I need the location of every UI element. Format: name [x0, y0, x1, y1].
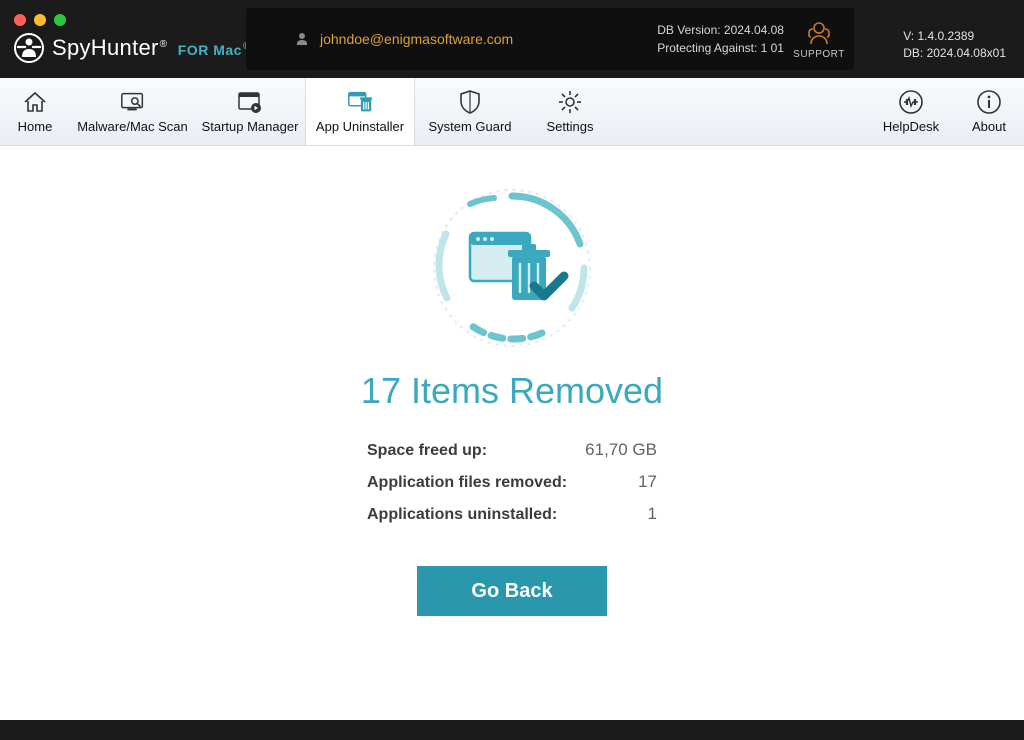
tab-settings-label: Settings: [547, 119, 594, 134]
stat-value: 61,70 GB: [585, 440, 657, 460]
startup-icon: [236, 89, 264, 115]
stat-row-apps: Applications uninstalled: 1: [367, 504, 657, 524]
helpdesk-icon: [897, 89, 925, 115]
header-info-panel: johndoe@enigmasoftware.com DB Version: 2…: [246, 8, 836, 70]
tab-malware-scan[interactable]: Malware/Mac Scan: [70, 78, 195, 145]
stat-value: 1: [648, 504, 657, 524]
stat-row-files: Application files removed: 17: [367, 472, 657, 492]
support-button[interactable]: SUPPORT: [784, 8, 854, 70]
shield-icon: [456, 89, 484, 115]
stat-label: Applications uninstalled:: [367, 506, 557, 524]
support-label: SUPPORT: [793, 49, 845, 60]
tab-uninstaller-label: App Uninstaller: [316, 119, 404, 134]
result-headline: 17 Items Removed: [361, 370, 663, 412]
tab-helpdesk[interactable]: HelpDesk: [868, 78, 954, 145]
scan-icon: [119, 89, 147, 115]
titlebar: SpyHunter® FOR Mac® johndoe@enigmasoftwa…: [0, 0, 1024, 78]
minimize-window-button[interactable]: [34, 14, 46, 26]
main-toolbar: Home Malware/Mac Scan Startup Manager Ap…: [0, 78, 1024, 146]
tab-system-guard[interactable]: System Guard: [415, 78, 525, 145]
logo-text: SpyHunter® FOR Mac®: [52, 35, 251, 61]
app-logo: SpyHunter® FOR Mac®: [14, 33, 251, 63]
tab-home[interactable]: Home: [0, 78, 70, 145]
tab-helpdesk-label: HelpDesk: [883, 119, 939, 134]
tab-app-uninstaller[interactable]: App Uninstaller: [305, 78, 415, 145]
stat-row-space: Space freed up: 61,70 GB: [367, 440, 657, 460]
app-version-text: V: 1.4.0.2389: [903, 28, 1006, 45]
info-icon: [975, 89, 1003, 115]
uninstaller-icon: [346, 89, 374, 115]
go-back-button[interactable]: Go Back: [417, 566, 607, 616]
spyhunter-logo-icon: [14, 33, 44, 63]
db-date-text: DB: 2024.04.08x01: [903, 45, 1006, 62]
support-icon: [805, 19, 833, 47]
bottom-strip: [0, 720, 1024, 740]
maximize-window-button[interactable]: [54, 14, 66, 26]
home-icon: [21, 89, 49, 115]
tab-about-label: About: [972, 119, 1006, 134]
stat-label: Application files removed:: [367, 474, 567, 492]
result-illustration: [422, 178, 602, 358]
main-content: 17 Items Removed Space freed up: 61,70 G…: [0, 146, 1024, 740]
gear-icon: [556, 89, 584, 115]
version-info: V: 1.4.0.2389 DB: 2024.04.08x01: [903, 28, 1006, 62]
user-icon: [294, 31, 310, 47]
account-email[interactable]: johndoe@enigmasoftware.com: [294, 31, 513, 47]
stat-label: Space freed up:: [367, 442, 487, 460]
tab-startup-label: Startup Manager: [202, 119, 299, 134]
window-controls: [14, 14, 66, 26]
tab-home-label: Home: [18, 119, 53, 134]
tab-settings[interactable]: Settings: [525, 78, 615, 145]
tab-about[interactable]: About: [954, 78, 1024, 145]
account-email-text: johndoe@enigmasoftware.com: [320, 31, 513, 47]
tab-scan-label: Malware/Mac Scan: [77, 119, 188, 134]
tab-startup-manager[interactable]: Startup Manager: [195, 78, 305, 145]
tab-guard-label: System Guard: [428, 119, 511, 134]
stat-value: 17: [638, 472, 657, 492]
result-stats: Space freed up: 61,70 GB Application fil…: [367, 440, 657, 536]
close-window-button[interactable]: [14, 14, 26, 26]
